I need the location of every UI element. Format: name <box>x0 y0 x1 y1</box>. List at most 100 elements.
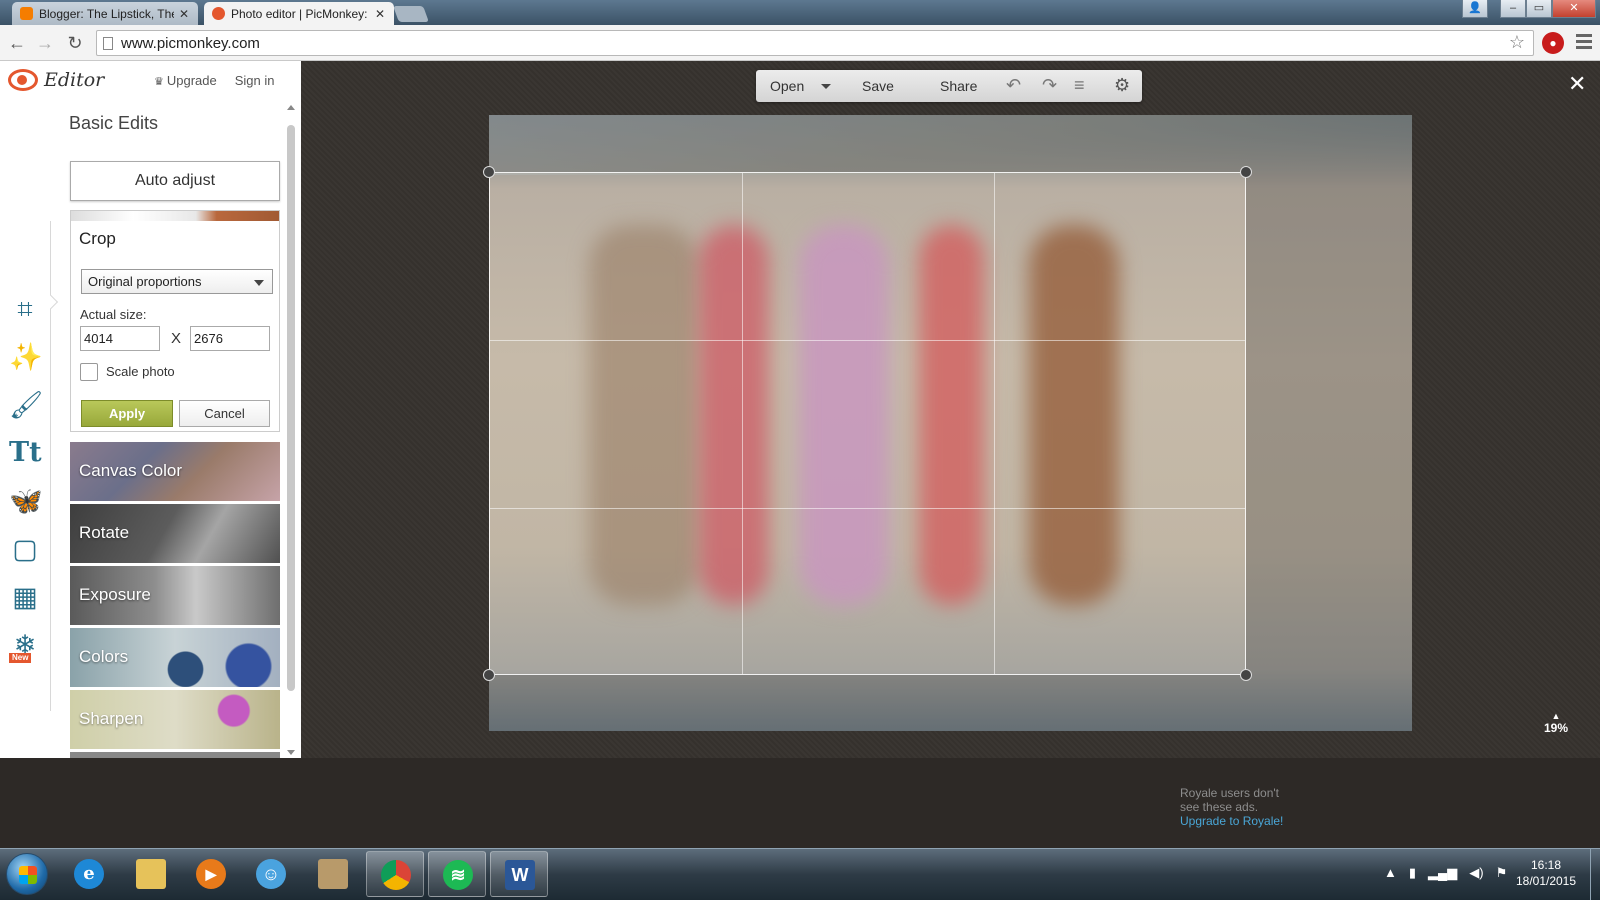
upgrade-royale-link[interactable]: Upgrade to Royale! <box>1180 814 1320 828</box>
share-button[interactable]: Share <box>940 78 977 94</box>
ad-line-1: Royale users don't <box>1180 786 1280 800</box>
auto-adjust-button[interactable]: Auto adjust <box>70 161 280 201</box>
redo-icon[interactable]: ↷ <box>1042 75 1057 96</box>
show-hidden-icons-icon[interactable]: ▲ <box>1384 865 1397 881</box>
proportions-select[interactable]: Original proportions <box>81 269 273 294</box>
zoom-control[interactable]: ▲ 19% <box>1544 711 1568 735</box>
magic-wand-icon[interactable]: ✨ <box>9 341 43 373</box>
open-button[interactable]: Open <box>770 78 804 94</box>
new-tab-button[interactable] <box>393 6 429 22</box>
tab-title: Blogger: The Lipstick, The <box>39 6 174 21</box>
clock-time: 16:18 <box>1530 858 1562 872</box>
show-desktop-button[interactable] <box>1590 849 1600 900</box>
tab-close-icon[interactable]: ✕ <box>178 7 190 21</box>
media-player-taskbar[interactable]: ▶ <box>182 851 240 897</box>
clock-date: 18/01/2015 <box>1515 874 1577 888</box>
library-icon <box>318 859 348 889</box>
crop-icon[interactable]: ⌗ <box>9 293 41 325</box>
picmonkey-app: Editor ♛ Upgrade Sign in ⌗ ✨ 🖌 Tt 🦋 ▢ ▦ ❄… <box>0 61 1600 848</box>
crop-panel: Crop Original proportions Actual size: 4… <box>70 210 280 432</box>
panel-title: Basic Edits <box>69 113 159 133</box>
bookmark-star-icon[interactable]: ☆ <box>1509 32 1525 53</box>
crop-handle-top-right[interactable] <box>1240 166 1252 178</box>
chevron-down-icon <box>254 280 264 286</box>
start-button[interactable] <box>6 853 48 895</box>
file-explorer-taskbar[interactable] <box>122 851 180 897</box>
sidebar-scrollbar[interactable] <box>285 103 297 757</box>
texture-icon[interactable]: ▦ <box>9 581 41 613</box>
crop-mask-top <box>489 115 1412 172</box>
crop-handle-top-left[interactable] <box>483 166 495 178</box>
adblock-extension-icon[interactable]: ● <box>1542 32 1564 54</box>
tool-canvas-color[interactable]: Canvas Color <box>70 442 280 501</box>
battery-icon[interactable]: ▮ <box>1409 865 1416 881</box>
back-arrow-icon[interactable]: ← <box>6 32 28 54</box>
height-input[interactable]: 2676 <box>190 326 270 351</box>
scroll-up-icon[interactable] <box>287 105 295 110</box>
frame-icon[interactable]: ▢ <box>9 533 41 565</box>
browser-tabstrip: Blogger: The Lipstick, The ✕ Photo edito… <box>0 0 1600 25</box>
spotify-taskbar[interactable]: ≋ <box>428 851 486 897</box>
reload-icon[interactable]: ↻ <box>64 32 86 54</box>
network-icon[interactable]: ▂▄▆ <box>1428 865 1457 881</box>
address-bar[interactable]: www.picmonkey.com ☆ <box>96 30 1534 56</box>
edit-toolbar: Open Save Share ↶ ↷ ≡ ⚙ <box>756 70 1142 102</box>
scroll-down-icon[interactable] <box>287 750 295 755</box>
menu-icon[interactable] <box>1576 34 1592 52</box>
open-dropdown-icon[interactable] <box>821 84 831 89</box>
cancel-button[interactable]: Cancel <box>179 400 270 427</box>
tab-blogger[interactable]: Blogger: The Lipstick, The ✕ <box>12 2 198 25</box>
people-icon: ☺ <box>256 859 286 889</box>
logo-text: Editor <box>44 69 105 91</box>
picmonkey-logo[interactable]: Editor <box>8 69 104 91</box>
butterfly-icon[interactable]: 🦋 <box>9 485 43 517</box>
tool-exposure[interactable]: Exposure <box>70 566 280 625</box>
chrome-taskbar[interactable] <box>366 851 424 897</box>
text-icon[interactable]: Tt <box>9 437 42 469</box>
brush-icon[interactable]: 🖌 <box>9 389 43 421</box>
crown-icon: ♛ <box>154 76 164 88</box>
close-editor-icon[interactable]: ✕ <box>1568 71 1586 97</box>
tab-close-icon[interactable]: ✕ <box>374 7 386 21</box>
maximize-button[interactable]: ▭ <box>1526 0 1552 18</box>
tool-colors[interactable]: Colors <box>70 628 280 687</box>
media-play-icon: ▶ <box>196 859 226 889</box>
crop-mask-bottom <box>489 675 1412 731</box>
signin-link[interactable]: Sign in <box>235 73 275 88</box>
actual-size-label: Actual size: <box>80 307 147 322</box>
crop-handle-bottom-left[interactable] <box>483 669 495 681</box>
apply-button[interactable]: Apply <box>81 400 173 427</box>
layers-icon[interactable]: ≡ <box>1074 75 1085 96</box>
minimize-button[interactable]: – <box>1500 0 1526 18</box>
undo-icon[interactable]: ↶ <box>1006 75 1021 96</box>
close-window-button[interactable]: ✕ <box>1552 0 1596 18</box>
library-taskbar[interactable] <box>304 851 362 897</box>
forward-arrow-icon[interactable]: → <box>34 32 56 54</box>
tab-picmonkey[interactable]: Photo editor | PicMonkey: ✕ <box>204 2 394 25</box>
sidebar: Editor ♛ Upgrade Sign in ⌗ ✨ 🖌 Tt 🦋 ▢ ▦ ❄… <box>0 61 301 758</box>
internet-explorer-taskbar[interactable]: e <box>60 851 118 897</box>
gear-icon[interactable]: ⚙ <box>1114 75 1130 96</box>
word-taskbar[interactable]: W <box>490 851 548 897</box>
page-icon <box>103 37 113 50</box>
crop-selection[interactable] <box>483 166 1252 681</box>
crop-handle-bottom-right[interactable] <box>1240 669 1252 681</box>
scale-photo-checkbox[interactable] <box>80 363 98 381</box>
volume-icon[interactable]: ◀) <box>1469 865 1483 881</box>
account-links: ♛ Upgrade Sign in <box>154 73 275 88</box>
scroll-thumb[interactable] <box>287 125 295 691</box>
word-icon: W <box>505 860 535 890</box>
crop-mask-right <box>1246 172 1412 675</box>
zoom-arrow-icon[interactable]: ▲ <box>1544 711 1568 721</box>
save-button[interactable]: Save <box>862 78 894 94</box>
tool-rotate[interactable]: Rotate <box>70 504 280 563</box>
zoom-level: 19% <box>1544 721 1569 735</box>
system-clock[interactable]: 16:18 18/01/2015 <box>1506 857 1586 889</box>
user-icon[interactable]: 👤 <box>1462 0 1488 18</box>
upgrade-link[interactable]: ♛ Upgrade <box>154 73 217 88</box>
width-input[interactable]: 4014 <box>80 326 160 351</box>
tool-sharpen[interactable]: Sharpen <box>70 690 280 749</box>
windows-live-taskbar[interactable]: ☺ <box>242 851 300 897</box>
ad-notice: Royale users don't see these ads. Upgrad… <box>1180 786 1320 828</box>
snowflake-icon[interactable]: ❄ New <box>9 629 41 663</box>
